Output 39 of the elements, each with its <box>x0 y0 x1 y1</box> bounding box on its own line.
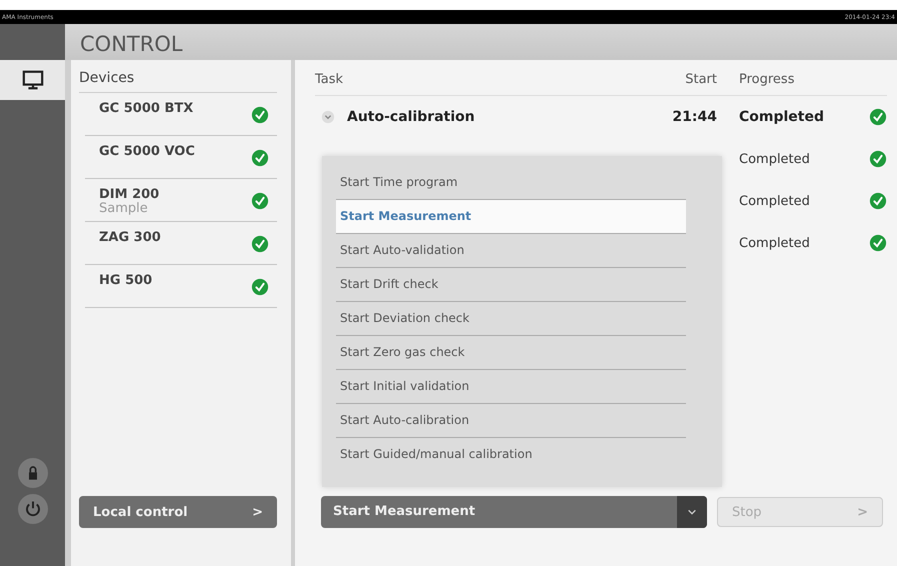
progress-status: Completed <box>739 194 810 208</box>
lock-button[interactable] <box>18 458 48 488</box>
task-dropdown[interactable]: Start Measurement <box>321 496 707 528</box>
device-item[interactable]: HG 500 <box>85 265 277 308</box>
device-name: GC 5000 VOC <box>99 144 195 159</box>
device-item[interactable]: GC 5000 BTX <box>85 93 277 136</box>
progress-status: Completed <box>739 236 810 250</box>
start-time: 21:44 <box>672 109 717 125</box>
page-title: CONTROL <box>80 32 183 58</box>
device-item[interactable]: DIM 200 Sample <box>85 179 277 222</box>
menu-option[interactable]: Start Deviation check <box>336 302 686 336</box>
device-name: DIM 200 <box>99 187 160 202</box>
device-name: HG 500 <box>99 273 152 288</box>
device-name: ZAG 300 <box>99 230 161 245</box>
power-button[interactable] <box>18 494 48 524</box>
menu-option[interactable]: Start Guided/manual calibration <box>336 438 686 471</box>
panel-title: Devices <box>79 60 277 93</box>
expand-icon[interactable] <box>321 110 335 124</box>
menu-option[interactable]: Start Auto-calibration <box>336 404 686 438</box>
menu-option[interactable]: Start Measurement <box>336 200 686 234</box>
column-header: Progress <box>738 72 796 87</box>
device-item[interactable]: ZAG 300 <box>85 222 277 265</box>
device-item[interactable]: GC 5000 VOC <box>85 136 277 179</box>
power-icon <box>24 500 42 518</box>
device-name: GC 5000 BTX <box>99 101 194 116</box>
progress-status: Completed <box>739 109 824 125</box>
monitor-button[interactable] <box>0 60 65 100</box>
task-name: Auto-calibration <box>347 109 475 125</box>
local-control-button[interactable]: Local control > <box>79 496 277 528</box>
menu-option[interactable]: Start Auto-validation <box>336 234 686 268</box>
menu-option[interactable]: Start Drift check <box>336 268 686 302</box>
monitor-icon <box>22 69 44 91</box>
progress-status: Completed <box>739 152 810 166</box>
caret-icon <box>687 507 697 517</box>
menu-option[interactable]: Start Initial validation <box>336 370 686 404</box>
device-subtitle: Sample <box>99 202 149 215</box>
column-header: Task <box>315 72 344 87</box>
menu-option[interactable]: Start Zero gas check <box>336 336 686 370</box>
column-header: Start <box>684 72 717 87</box>
